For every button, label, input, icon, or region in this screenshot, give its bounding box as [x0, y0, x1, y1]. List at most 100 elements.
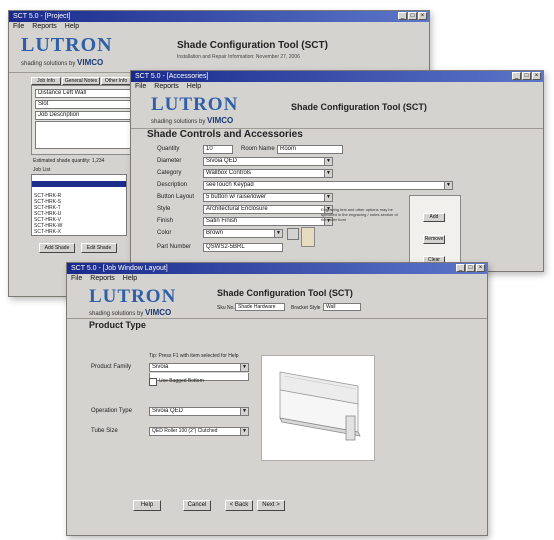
title-bar: SCT 5.0 - [Project] _ □ ×: [9, 11, 429, 22]
quantity-label: Quantity: [157, 146, 180, 152]
list-item[interactable]: SCT-HRK-X: [32, 229, 126, 235]
bracket-style-field[interactable]: Wall: [323, 303, 361, 311]
tagline-prefix: shading solutions by: [151, 119, 206, 125]
help-button[interactable]: Help: [133, 500, 161, 511]
app-subtitle: Installation and Repair Information: Nov…: [177, 54, 300, 60]
slot-field[interactable]: Slot: [35, 100, 132, 109]
remove-button[interactable]: Remove: [423, 235, 445, 244]
add-button[interactable]: Add: [423, 213, 445, 222]
minimize-button[interactable]: _: [456, 264, 465, 272]
button-layout-value: 5 button w/ raise/lower: [206, 194, 267, 200]
description-label: Description: [157, 182, 188, 188]
section-title: Product Type: [89, 320, 146, 330]
close-button[interactable]: ×: [418, 12, 427, 20]
sku-field[interactable]: Shade Hardware: [235, 303, 285, 311]
next-button[interactable]: Next >: [257, 500, 285, 511]
job-info-panel: Distance Left Wall Slot Job Description: [31, 85, 138, 155]
menu-bar: File Reports Help: [67, 274, 487, 284]
window-title: SCT 5.0 - [Accessories]: [135, 73, 209, 80]
diameter-select[interactable]: Sivoia QED ▼: [203, 157, 333, 166]
quantity-field[interactable]: 10: [203, 145, 233, 154]
product-family-select[interactable]: Sivoia ▼: [149, 363, 249, 372]
chevron-down-icon[interactable]: ▼: [324, 158, 332, 165]
button-layout-select[interactable]: 5 button w/ raise/lower ▼: [203, 193, 333, 202]
menu-bar: File Reports Help: [9, 22, 429, 32]
menu-reports[interactable]: Reports: [154, 82, 179, 92]
room-name-field[interactable]: Room: [277, 145, 343, 154]
help-hint: Tip: Press F1 with item selected for Hel…: [149, 353, 239, 359]
window-title: SCT 5.0 - [Project]: [13, 13, 71, 20]
vimco-tagline: shading solutions by VIMCO: [89, 308, 171, 317]
maximize-button[interactable]: □: [408, 12, 417, 20]
tagline-prefix: shading solutions by: [21, 61, 76, 67]
menu-file[interactable]: File: [13, 22, 24, 32]
menu-file[interactable]: File: [135, 82, 146, 92]
menu-reports[interactable]: Reports: [32, 22, 57, 32]
color-swatch: [301, 227, 315, 247]
tube-size-select[interactable]: QED Roller 100 (2") Clutched ▼: [149, 427, 249, 436]
button-layout-label: Button Layout: [157, 194, 195, 200]
style-value: Architectural Enclosure: [206, 206, 268, 212]
chevron-down-icon[interactable]: ▼: [324, 194, 332, 201]
style-label: Style: [157, 206, 171, 212]
tab-job-info[interactable]: Job Info: [31, 77, 61, 85]
cancel-button[interactable]: Cancel: [183, 500, 211, 511]
finish-value: Satin Finish: [206, 218, 238, 224]
edit-shade-button[interactable]: Edit Shade: [81, 243, 117, 253]
distance-left-wall-field[interactable]: Distance Left Wall: [35, 89, 132, 98]
operation-type-select[interactable]: Sivoia QED ▼: [149, 407, 249, 416]
job-description-field[interactable]: [35, 121, 132, 149]
maximize-button[interactable]: □: [522, 72, 531, 80]
description-select[interactable]: seeTouch Keypad ▼: [203, 181, 453, 190]
window-title: SCT 5.0 - [Job Window Layout]: [71, 265, 168, 272]
lutron-logo: LUTRON: [21, 34, 113, 56]
shade-quantity-text: Estimated shade quantity: 1,234: [33, 158, 105, 164]
add-shade-button[interactable]: Add Shade: [39, 243, 75, 253]
back-button[interactable]: < Back: [225, 500, 253, 511]
diameter-value: Sivoia QED: [206, 158, 238, 164]
color-picker-button[interactable]: [287, 228, 299, 240]
maximize-button[interactable]: □: [466, 264, 475, 272]
color-select[interactable]: Brown ▼: [203, 229, 283, 238]
menu-file[interactable]: File: [71, 274, 82, 284]
minimize-button[interactable]: _: [512, 72, 521, 80]
close-button[interactable]: ×: [476, 264, 485, 272]
finish-select[interactable]: Satin Finish ▼: [203, 217, 333, 226]
bagged-bottom-checkbox[interactable]: [149, 378, 157, 386]
chevron-down-icon[interactable]: ▼: [274, 230, 282, 237]
header-logo-area: LUTRON shading solutions by VIMCO Shade …: [131, 92, 543, 129]
section-title: Shade Controls and Accessories: [147, 129, 303, 140]
title-bar: SCT 5.0 - [Accessories] _ □ ×: [131, 71, 543, 82]
bracket-style-label: Bracket Style: [291, 305, 321, 311]
header-logo-area: LUTRON shading solutions by VIMCO Shade …: [67, 284, 487, 319]
job-list[interactable]: SCT-HRK-R SCT-HRK-S SCT-HRK-T SCT-HRK-U …: [31, 174, 127, 236]
bagged-bottom-label: Use Bagged Bottom: [159, 378, 204, 384]
close-button[interactable]: ×: [532, 72, 541, 80]
category-select[interactable]: Wallbox Controls ▼: [203, 169, 333, 178]
finish-label: Finish: [157, 218, 174, 224]
app-title: Shade Configuration Tool (SCT): [217, 288, 353, 298]
minimize-button[interactable]: _: [398, 12, 407, 20]
room-name-label: Room Name: [241, 146, 275, 152]
menu-help[interactable]: Help: [65, 22, 79, 32]
chevron-down-icon[interactable]: ▼: [444, 182, 452, 189]
shade-bracket-image: [279, 371, 361, 441]
app-title: Shade Configuration Tool (SCT): [177, 40, 328, 51]
lutron-logo: LUTRON: [151, 94, 239, 115]
color-label: Color: [157, 230, 172, 236]
chevron-down-icon[interactable]: ▼: [240, 408, 248, 415]
style-select[interactable]: Architectural Enclosure ▼: [203, 205, 333, 214]
chevron-down-icon[interactable]: ▼: [324, 170, 332, 177]
part-number-field[interactable]: QSWS2-5BRL: [203, 243, 283, 252]
menu-reports[interactable]: Reports: [90, 274, 115, 284]
vimco-tagline: shading solutions by VIMCO: [21, 58, 103, 67]
operation-type-value: Sivoia QED: [152, 408, 184, 414]
vimco-logo: VIMCO: [207, 116, 234, 125]
sku-label: Sku No.: [217, 305, 235, 311]
chevron-down-icon[interactable]: ▼: [240, 428, 248, 435]
chevron-down-icon[interactable]: ▼: [240, 364, 248, 371]
tab-general-notes[interactable]: General Notes: [62, 77, 100, 85]
menu-help[interactable]: Help: [187, 82, 201, 92]
menu-help[interactable]: Help: [123, 274, 137, 284]
tab-other-info[interactable]: Other Info: [101, 77, 131, 85]
